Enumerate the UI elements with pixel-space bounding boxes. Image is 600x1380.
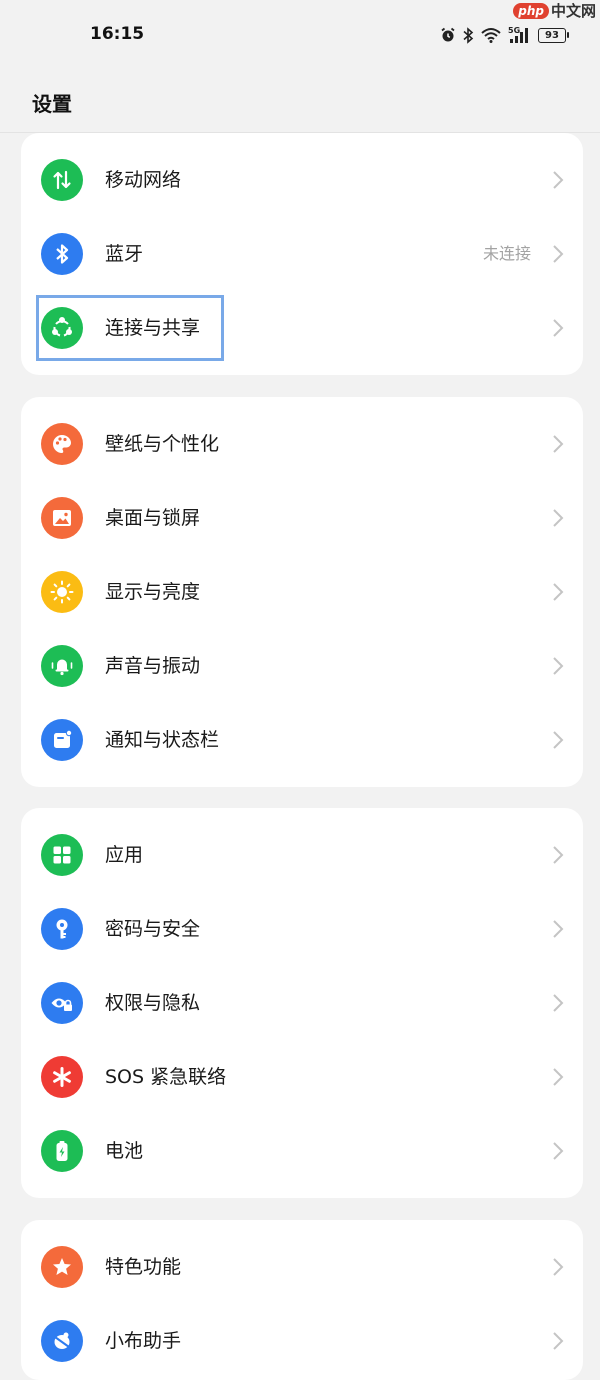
star-icon <box>41 1246 83 1288</box>
settings-group-features: 特色功能 小布助手 <box>21 1220 583 1380</box>
settings-item-label: 显示与亮度 <box>105 581 201 603</box>
settings-item-mobile-network[interactable]: 移动网络 <box>21 143 583 217</box>
chevron-right-icon <box>553 994 564 1012</box>
palette-icon <box>41 423 83 465</box>
sun-icon <box>41 571 83 613</box>
settings-item-label: 密码与安全 <box>105 918 201 940</box>
bluetooth-icon <box>462 26 474 44</box>
bluetooth-icon <box>41 233 83 275</box>
page-title: 设置 <box>32 92 72 116</box>
settings-item-notification-statusbar[interactable]: 通知与状态栏 <box>21 703 583 777</box>
chevron-right-icon <box>553 1142 564 1160</box>
settings-item-battery[interactable]: 电池 <box>21 1114 583 1188</box>
chevron-right-icon <box>553 920 564 938</box>
status-time: 16:15 <box>90 24 145 44</box>
chevron-right-icon <box>553 1068 564 1086</box>
notification-icon <box>41 719 83 761</box>
settings-item-label: 壁纸与个性化 <box>105 433 220 455</box>
settings-item-sound-vibration[interactable]: 声音与振动 <box>21 629 583 703</box>
5g-signal-icon: 5G <box>508 26 532 44</box>
settings-item-desktop-lockscreen[interactable]: 桌面与锁屏 <box>21 481 583 555</box>
bluetooth-status: 未连接 <box>482 244 531 263</box>
status-icons: 5G 93 <box>440 24 569 46</box>
settings-item-label: 小布助手 <box>105 1330 182 1352</box>
settings-item-display-brightness[interactable]: 显示与亮度 <box>21 555 583 629</box>
watermark-brand: php <box>513 2 549 19</box>
watermark-suffix: 中文网 <box>550 2 596 20</box>
status-bar: 16:15 5G 93 php 中文网 <box>0 0 600 70</box>
chevron-right-icon <box>553 319 564 337</box>
settings-item-label: 特色功能 <box>105 1256 182 1278</box>
battery-charge-icon <box>41 1130 83 1172</box>
settings-item-label: 通知与状态栏 <box>105 729 220 751</box>
chevron-right-icon <box>553 846 564 864</box>
assistant-icon <box>41 1320 83 1362</box>
settings-item-label: 蓝牙 <box>105 243 144 265</box>
image-icon <box>41 497 83 539</box>
settings-item-label: 电池 <box>105 1140 144 1162</box>
svg-text:5G: 5G <box>508 26 520 35</box>
settings-item-permissions-privacy[interactable]: 权限与隐私 <box>21 966 583 1040</box>
chevron-right-icon <box>553 171 564 189</box>
settings-item-label: 声音与振动 <box>105 655 201 677</box>
chevron-right-icon <box>553 1258 564 1276</box>
chevron-right-icon <box>553 1332 564 1350</box>
settings-group-apps-security: 应用 密码与安全 权限与隐私 SOS 紧急联络 电池 <box>21 808 583 1198</box>
settings-item-apps[interactable]: 应用 <box>21 818 583 892</box>
settings-item-label: SOS 紧急联络 <box>105 1066 227 1088</box>
chevron-right-icon <box>553 435 564 453</box>
key-icon <box>41 908 83 950</box>
chevron-right-icon <box>553 731 564 749</box>
settings-item-wallpaper[interactable]: 壁纸与个性化 <box>21 407 583 481</box>
alarm-icon <box>440 27 456 43</box>
page-header: 设置 <box>0 70 600 133</box>
settings-item-sos[interactable]: SOS 紧急联络 <box>21 1040 583 1114</box>
settings-item-label: 移动网络 <box>105 169 182 191</box>
chevron-right-icon <box>553 657 564 675</box>
wifi-icon <box>480 27 502 43</box>
sos-asterisk-icon <box>41 1056 83 1098</box>
watermark-logo: php 中文网 <box>513 0 596 21</box>
settings-item-password-security[interactable]: 密码与安全 <box>21 892 583 966</box>
battery-icon: 93 <box>538 27 569 43</box>
settings-item-special-features[interactable]: 特色功能 <box>21 1230 583 1304</box>
mobile-network-icon <box>41 159 83 201</box>
settings-item-bluetooth[interactable]: 蓝牙 未连接 <box>21 217 583 291</box>
settings-group-personalization: 壁纸与个性化 桌面与锁屏 显示与亮度 声音与振动 通知与状态栏 <box>21 397 583 787</box>
selection-highlight <box>36 295 224 361</box>
settings-item-label: 应用 <box>105 844 144 866</box>
settings-item-label: 桌面与锁屏 <box>105 507 201 529</box>
settings-item-assistant[interactable]: 小布助手 <box>21 1304 583 1378</box>
chevron-right-icon <box>553 509 564 527</box>
privacy-eye-icon <box>41 982 83 1024</box>
settings-item-label: 权限与隐私 <box>105 992 201 1014</box>
apps-grid-icon <box>41 834 83 876</box>
bell-icon <box>41 645 83 687</box>
chevron-right-icon <box>553 245 564 263</box>
chevron-right-icon <box>553 583 564 601</box>
